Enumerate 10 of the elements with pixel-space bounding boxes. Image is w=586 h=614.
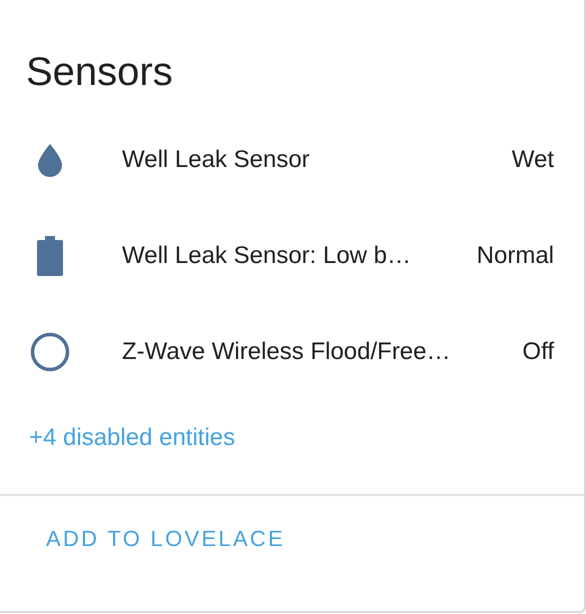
entity-state: Wet: [512, 146, 554, 174]
entity-state: Normal: [476, 242, 554, 270]
battery-icon: [37, 236, 63, 276]
entity-name[interactable]: Well Leak Sensor: [122, 146, 492, 174]
card-title: Sensors: [25, 49, 174, 96]
entity-name[interactable]: Well Leak Sensor: Low b…: [122, 242, 457, 270]
entity-name[interactable]: Z-Wave Wireless Flood/Free…: [122, 338, 502, 366]
entity-state: Off: [522, 338, 554, 366]
water-drop-icon: [37, 143, 63, 177]
circle-icon: [30, 332, 70, 372]
